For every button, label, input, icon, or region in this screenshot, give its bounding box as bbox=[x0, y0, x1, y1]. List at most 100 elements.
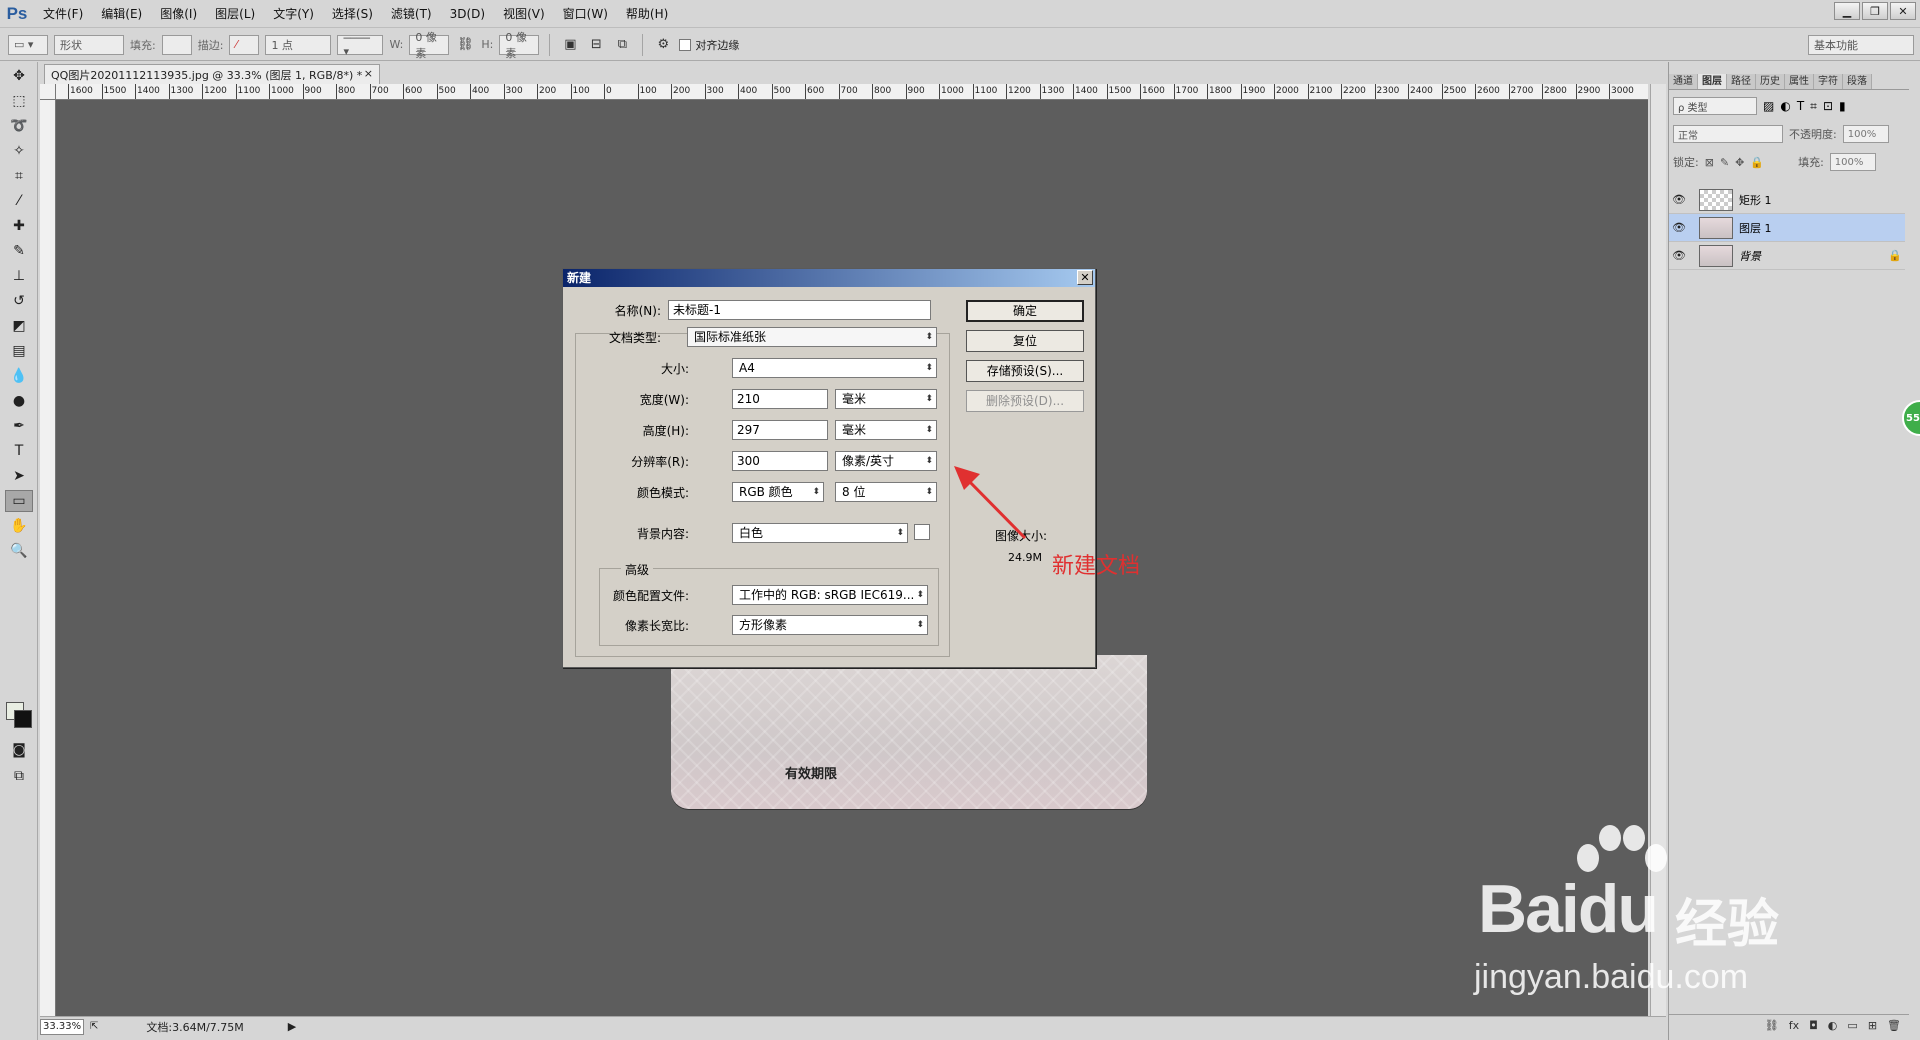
rectangle-tool-icon[interactable]: ▭ bbox=[5, 490, 33, 512]
move-tool-icon[interactable]: ✥ bbox=[5, 65, 33, 87]
menu-item[interactable]: 图像(I) bbox=[151, 0, 206, 28]
color-profile-select[interactable]: 工作中的 RGB: sRGB IEC619... bbox=[732, 585, 928, 605]
height-field[interactable]: 297 bbox=[732, 420, 828, 440]
reset-button[interactable]: 复位 bbox=[966, 330, 1084, 352]
horizontal-ruler[interactable]: 1600 1500 1400 1300 1200 1100 1000 900 800 700 600… bbox=[56, 84, 1648, 100]
width-input[interactable]: 0 像素 bbox=[409, 31, 450, 60]
stroke-type-select[interactable]: ──── ▾ bbox=[337, 32, 384, 58]
panel-tab[interactable]: 段落 bbox=[1843, 74, 1872, 89]
vertical-ruler[interactable] bbox=[40, 100, 56, 1016]
menu-item[interactable]: 图层(L) bbox=[206, 0, 264, 28]
width-unit-select[interactable]: 毫米 bbox=[835, 389, 937, 409]
crop-tool-icon[interactable]: ⌗ bbox=[5, 165, 33, 187]
dodge-tool-icon[interactable]: ● bbox=[5, 390, 33, 412]
menu-item[interactable]: 3D(D) bbox=[441, 0, 494, 28]
panel-tab[interactable]: 属性 bbox=[1785, 74, 1814, 89]
name-input[interactable]: 未标题-1 bbox=[668, 300, 931, 320]
close-tab-icon[interactable]: × bbox=[364, 67, 373, 80]
stroke-width-select[interactable]: 1 点 bbox=[265, 34, 332, 55]
save-preset-button[interactable]: 存储预设(S)... bbox=[966, 360, 1084, 382]
height-input[interactable]: 0 像素 bbox=[499, 31, 540, 60]
new-group-icon[interactable]: ▭ bbox=[1847, 1019, 1857, 1032]
eraser-tool-icon[interactable]: ◩ bbox=[5, 315, 33, 337]
lock-transparent-icon[interactable]: ⊠ bbox=[1705, 156, 1714, 169]
menu-item[interactable]: 滤镜(T) bbox=[382, 0, 441, 28]
height-unit-select[interactable]: 毫米 bbox=[835, 420, 937, 440]
size-select[interactable]: A4 bbox=[732, 358, 937, 378]
export-icon[interactable]: ⇱ bbox=[90, 1021, 98, 1032]
ruler-origin[interactable] bbox=[40, 84, 56, 100]
visibility-eye-icon[interactable]: 👁 bbox=[1669, 193, 1689, 206]
lock-position-icon[interactable]: ✥ bbox=[1735, 156, 1744, 169]
restore-button[interactable]: ❐ bbox=[1862, 2, 1888, 20]
color-mode-select[interactable]: RGB 颜色 bbox=[732, 482, 824, 502]
align-edges-checkbox[interactable]: 对齐边缘 bbox=[679, 37, 739, 53]
zoom-tool-icon[interactable]: 🔍 bbox=[5, 540, 33, 562]
dialog-close-icon[interactable]: ✕ bbox=[1077, 270, 1093, 285]
magic-wand-icon[interactable]: ✧ bbox=[5, 140, 33, 162]
path-alignment-icon[interactable]: ⊟ bbox=[586, 35, 606, 55]
link-icon[interactable]: ⛓ bbox=[455, 35, 475, 55]
shape-filter-icon[interactable]: ⌗ bbox=[1810, 99, 1817, 114]
menu-item[interactable]: 帮助(H) bbox=[617, 0, 677, 28]
hand-tool-icon[interactable]: ✋ bbox=[5, 515, 33, 537]
brush-tool-icon[interactable]: ✎ bbox=[5, 240, 33, 262]
ok-button[interactable]: 确定 bbox=[966, 300, 1084, 322]
lock-all-icon[interactable]: 🔒 bbox=[1750, 156, 1764, 169]
smart-object-filter-icon[interactable]: ⊡ bbox=[1823, 99, 1833, 113]
healing-brush-icon[interactable]: ✚ bbox=[5, 215, 33, 237]
eyedropper-icon[interactable]: ⁄ bbox=[5, 190, 33, 212]
layer-row[interactable]: 👁 矩形 1 bbox=[1669, 186, 1905, 214]
preset-select[interactable]: 国际标准纸张 bbox=[687, 327, 937, 347]
fill-input[interactable]: 100% bbox=[1829, 153, 1876, 171]
status-menu-arrow-icon[interactable]: ▶ bbox=[288, 1020, 296, 1033]
document-tab[interactable]: QQ图片20201112113935.jpg @ 33.3% (图层 1, RG… bbox=[44, 64, 380, 84]
shape-mode-select[interactable]: 形状 bbox=[54, 34, 124, 55]
new-layer-icon[interactable]: ⊞ bbox=[1868, 1019, 1877, 1032]
adjustment-filter-icon[interactable]: ◐ bbox=[1780, 99, 1790, 113]
panel-tab[interactable]: 历史 bbox=[1756, 74, 1785, 89]
type-filter-icon[interactable]: T bbox=[1797, 99, 1804, 113]
zoom-field[interactable]: 33.33% bbox=[40, 1018, 84, 1035]
resolution-field[interactable]: 300 bbox=[732, 451, 828, 471]
history-brush-icon[interactable]: ↺ bbox=[5, 290, 33, 312]
path-selection-icon[interactable]: ➤ bbox=[5, 465, 33, 487]
opacity-input[interactable]: 100% bbox=[1842, 125, 1889, 143]
filter-toggle-icon[interactable]: ▮ bbox=[1839, 99, 1846, 113]
marquee-tool-icon[interactable]: ⬚ bbox=[5, 90, 33, 112]
quick-mask-icon[interactable]: ◙ bbox=[5, 739, 33, 761]
lasso-tool-icon[interactable]: ➰ bbox=[5, 115, 33, 137]
menu-item[interactable]: 窗口(W) bbox=[554, 0, 617, 28]
menu-item[interactable]: 选择(S) bbox=[323, 0, 382, 28]
background-color-swatch[interactable] bbox=[14, 710, 32, 728]
delete-layer-icon[interactable]: 🗑 bbox=[1887, 1019, 1901, 1032]
screen-mode-icon[interactable]: ⧉ bbox=[5, 765, 33, 787]
blend-mode-select[interactable]: 正常 bbox=[1673, 125, 1783, 143]
resolution-unit-select[interactable]: 像素/英寸 bbox=[835, 451, 937, 471]
visibility-eye-icon[interactable]: 👁 bbox=[1669, 249, 1689, 262]
layer-row[interactable]: 👁 背景 🔒 bbox=[1669, 242, 1905, 270]
menu-item[interactable]: 文件(F) bbox=[34, 0, 92, 28]
fill-swatch[interactable] bbox=[161, 34, 192, 55]
path-arrangement-icon[interactable]: ⧉ bbox=[612, 35, 632, 55]
pen-tool-icon[interactable]: ✒ bbox=[5, 415, 33, 437]
width-field[interactable]: 210 bbox=[732, 389, 828, 409]
tool-preset-picker[interactable]: ▭ ▾ bbox=[8, 34, 48, 55]
menu-item[interactable]: 文字(Y) bbox=[264, 0, 323, 28]
menu-item[interactable]: 编辑(E) bbox=[92, 0, 151, 28]
lock-pixels-icon[interactable]: ✎ bbox=[1720, 156, 1729, 169]
stroke-swatch[interactable]: ⁄ bbox=[229, 34, 260, 55]
pixel-filter-icon[interactable]: ▨ bbox=[1763, 99, 1774, 113]
layer-style-icon[interactable]: fx bbox=[1789, 1019, 1799, 1032]
visibility-eye-icon[interactable]: 👁 bbox=[1669, 221, 1689, 234]
blur-tool-icon[interactable]: 💧 bbox=[5, 365, 33, 387]
panel-tab[interactable]: 图层 bbox=[1698, 74, 1727, 89]
layer-row[interactable]: 👁 图层 1 bbox=[1669, 214, 1905, 242]
background-color-swatch[interactable] bbox=[914, 524, 930, 540]
layer-mask-icon[interactable]: ◘ bbox=[1809, 1019, 1818, 1032]
adjustment-layer-icon[interactable]: ◐ bbox=[1828, 1019, 1838, 1032]
panel-tab[interactable]: 字符 bbox=[1814, 74, 1843, 89]
minimize-button[interactable]: ▁ bbox=[1834, 2, 1860, 20]
gradient-tool-icon[interactable]: ▤ bbox=[5, 340, 33, 362]
bit-depth-select[interactable]: 8 位 bbox=[835, 482, 937, 502]
